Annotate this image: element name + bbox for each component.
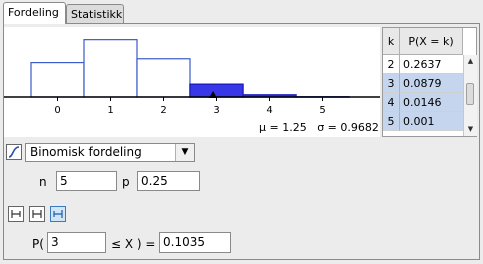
tab-fordeling[interactable]: Fordeling xyxy=(3,2,66,24)
cell-p: 0.0146 xyxy=(400,93,463,112)
probability-operator: ≤ X ) = xyxy=(111,237,156,251)
distribution-chart: 0 1 2 3 4 5 μ = 1.25 σ = 0.9682 xyxy=(4,27,380,137)
tick-label-3: 3 xyxy=(213,105,219,116)
distribution-select[interactable]: Binomisk fordeling ▼ xyxy=(25,143,195,162)
distribution-select-value: Binomisk fordeling xyxy=(30,145,142,159)
probability-prefix: P( xyxy=(32,237,44,251)
n-label: n xyxy=(39,175,47,189)
tick-label-5: 5 xyxy=(319,105,325,116)
n-input[interactable]: 5 xyxy=(56,171,117,191)
cell-k: 3 xyxy=(383,74,400,93)
table-row[interactable]: 4 0.0146 xyxy=(383,93,463,112)
table-row[interactable]: 2 0.2637 xyxy=(383,55,463,74)
bar-0 xyxy=(30,61,85,98)
cell-p: 0.0879 xyxy=(400,74,463,93)
bar-2 xyxy=(136,58,191,98)
left-sided-icon[interactable] xyxy=(8,206,24,222)
scroll-up-icon[interactable]: ▲ xyxy=(465,56,476,67)
chevron-down-icon[interactable]: ▼ xyxy=(175,144,194,161)
lower-bound-input[interactable]: 3 xyxy=(47,232,106,253)
header-k: k xyxy=(383,28,400,55)
scroll-down-icon[interactable]: ▼ xyxy=(465,124,476,135)
cell-k: 4 xyxy=(383,93,400,112)
p-label: p xyxy=(122,175,130,189)
p-input[interactable]: 0.25 xyxy=(137,171,200,191)
probability-result: 0.1035 xyxy=(159,232,231,253)
std-dev-value: σ = 0.9682 xyxy=(317,121,379,134)
cell-p: 0.2637 xyxy=(400,55,463,74)
probability-table: k P(X = k) 2 0.2637 3 0.0879 4 0.0146 5 … xyxy=(382,27,477,137)
table-row[interactable]: 3 0.0879 xyxy=(383,74,463,93)
bar-3 xyxy=(189,83,244,98)
tab-statistikk[interactable]: Statistikk xyxy=(66,4,124,23)
tick-label-1: 1 xyxy=(107,105,113,116)
cell-k: 2 xyxy=(383,55,400,74)
tick-label-2: 2 xyxy=(160,105,166,116)
table-scrollbar[interactable]: ▲ ▼ xyxy=(463,55,477,136)
table-row[interactable]: 5 0.001 xyxy=(383,112,463,131)
bar-1 xyxy=(83,39,138,98)
mean-value: μ = 1.25 xyxy=(259,121,307,134)
header-p: P(X = k) xyxy=(400,28,463,55)
tick-label-4: 4 xyxy=(266,105,272,116)
right-sided-icon[interactable] xyxy=(50,206,66,222)
tick-label-0: 0 xyxy=(54,105,60,116)
cell-k: 5 xyxy=(383,112,400,131)
interval-icon[interactable] xyxy=(29,206,45,222)
cell-p: 0.001 xyxy=(400,112,463,131)
statistics-readout: μ = 1.25 σ = 0.9682 xyxy=(259,121,379,134)
distribution-curve-icon[interactable] xyxy=(6,144,22,160)
scrollbar-thumb[interactable] xyxy=(466,83,474,105)
